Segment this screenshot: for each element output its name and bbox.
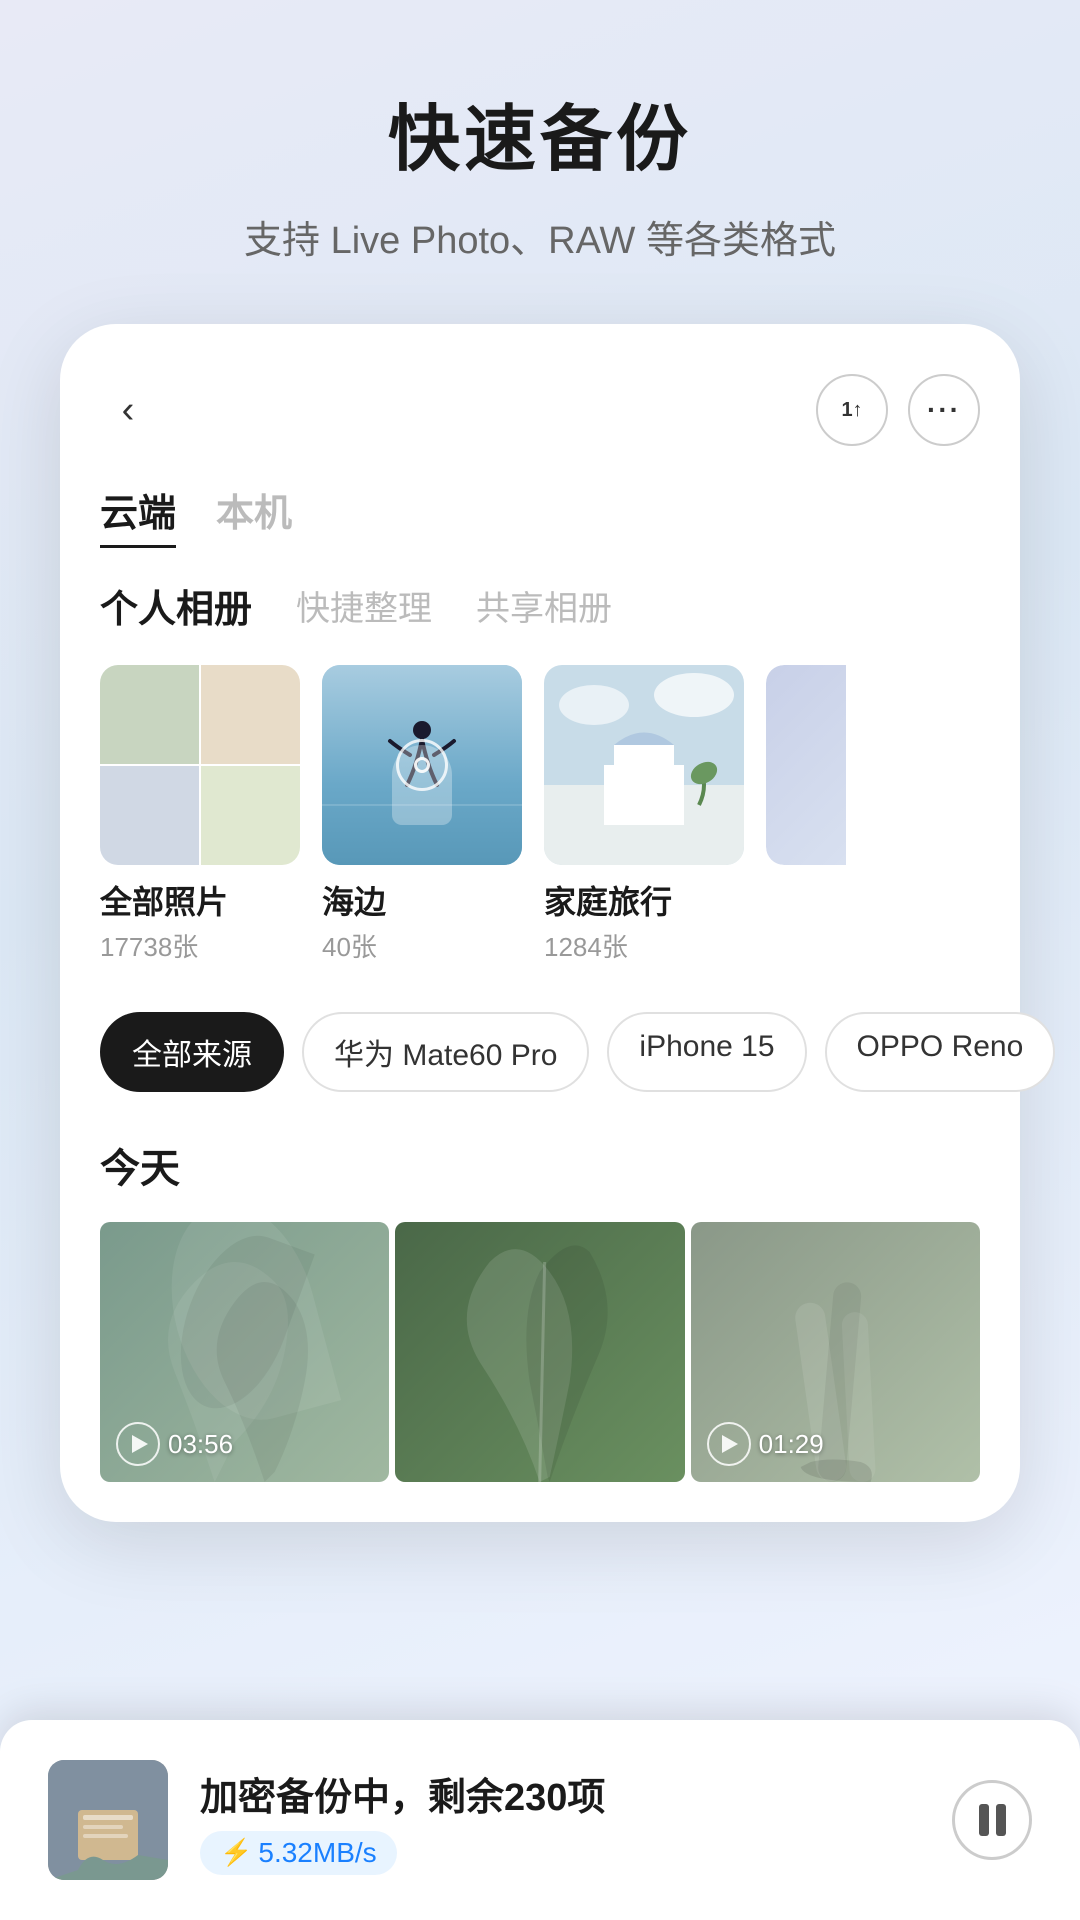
pause-button[interactable]	[952, 1780, 1032, 1860]
status-thumbnail	[48, 1760, 168, 1880]
album-thumb-all	[100, 665, 300, 865]
more-button[interactable]: ···	[908, 374, 980, 446]
live-dot	[414, 757, 430, 773]
pill-iphone15[interactable]: iPhone 15	[607, 1012, 806, 1092]
pause-icon	[979, 1804, 1006, 1836]
video-badge-3: 01:29	[707, 1422, 824, 1466]
photo-item-1[interactable]: 03:56	[100, 1222, 389, 1482]
status-thumb-svg	[48, 1760, 168, 1880]
source-pills: 全部来源 华为 Mate60 Pro iPhone 15 OPPO Reno	[100, 1012, 980, 1092]
status-speed: 5.32MB/s	[258, 1837, 376, 1869]
video-time-3: 01:29	[759, 1429, 824, 1460]
today-section-title: 今天	[100, 1136, 980, 1194]
album-item-all[interactable]: 全部照片 17738张	[100, 665, 300, 964]
album-name-sea: 海边	[322, 877, 522, 923]
photo-item-2[interactable]	[395, 1222, 684, 1482]
bolt-icon: ⚡	[220, 1837, 252, 1868]
tab-personal-album[interactable]: 个人相册	[100, 578, 252, 633]
phone-mockup: ‹ 1↑ ··· 云端 本机 个人相册 快捷整理 共享相册	[60, 324, 1020, 1522]
tab-cloud[interactable]: 云端	[100, 482, 176, 548]
album-thumb-family-trip	[544, 665, 744, 865]
status-info: 加密备份中，剩余230项 ⚡ 5.32MB/s	[200, 1766, 920, 1875]
page-subtitle: 支持 Live Photo、RAW 等各类格式	[60, 209, 1020, 264]
play-triangle-1	[132, 1435, 148, 1453]
sea-image-svg	[322, 665, 522, 865]
page-header: 快速备份 支持 Live Photo、RAW 等各类格式	[0, 0, 1080, 304]
tab-quick-organize[interactable]: 快捷整理	[296, 581, 432, 630]
play-triangle-3	[722, 1435, 738, 1453]
pause-bar-left	[979, 1804, 989, 1836]
album-item-family-trip[interactable]: 家庭旅行 1284张	[544, 665, 744, 964]
sort-button[interactable]: 1↑	[816, 374, 888, 446]
video-badge-1: 03:56	[116, 1422, 233, 1466]
back-button[interactable]: ‹	[100, 382, 156, 438]
album-thumb-other	[766, 665, 846, 865]
album-count-family-trip: 1284张	[544, 927, 744, 964]
nav-bar: ‹ 1↑ ···	[100, 374, 980, 446]
thumb-cell-1	[100, 665, 199, 764]
album-item-sea[interactable]: 海边 40张	[322, 665, 522, 964]
page-title: 快速备份	[60, 80, 1020, 185]
play-icon-3	[707, 1422, 751, 1466]
play-icon-1	[116, 1422, 160, 1466]
tab-shared-album[interactable]: 共享相册	[476, 581, 612, 630]
album-item-other[interactable]	[766, 665, 846, 964]
main-tabs: 云端 本机	[100, 482, 980, 548]
thumb-cell-4	[201, 766, 300, 865]
album-thumb-sea	[322, 665, 522, 865]
status-title: 加密备份中，剩余230项	[200, 1766, 920, 1821]
pause-bar-right	[996, 1804, 1006, 1836]
sort-icon: 1↑	[841, 399, 862, 422]
greece-image-svg	[544, 665, 744, 865]
album-count-all: 17738张	[100, 927, 300, 964]
thumb-cell-2	[201, 665, 300, 764]
pill-huawei[interactable]: 华为 Mate60 Pro	[302, 1012, 589, 1092]
album-name-all: 全部照片	[100, 877, 300, 923]
more-icon: ···	[927, 394, 961, 426]
live-photo-icon	[396, 739, 448, 791]
photo-item-3[interactable]: 01:29	[691, 1222, 980, 1482]
status-speed-badge: ⚡ 5.32MB/s	[200, 1831, 397, 1875]
thumb-cell-3	[100, 766, 199, 865]
album-count-sea: 40张	[322, 927, 522, 964]
pill-all-sources[interactable]: 全部来源	[100, 1012, 284, 1092]
nav-right: 1↑ ···	[816, 374, 980, 446]
video-time-1: 03:56	[168, 1429, 233, 1460]
status-bar: 加密备份中，剩余230项 ⚡ 5.32MB/s	[0, 1720, 1080, 1920]
tab-local[interactable]: 本机	[216, 482, 292, 548]
plant-svg-2	[395, 1222, 684, 1482]
back-icon: ‹	[122, 389, 135, 432]
photo-grid: 03:56	[100, 1222, 980, 1482]
album-name-family-trip: 家庭旅行	[544, 877, 744, 923]
pill-oppo[interactable]: OPPO Reno	[825, 1012, 1056, 1092]
album-scroll: 全部照片 17738张	[100, 665, 980, 964]
sub-tabs: 个人相册 快捷整理 共享相册	[100, 578, 980, 633]
